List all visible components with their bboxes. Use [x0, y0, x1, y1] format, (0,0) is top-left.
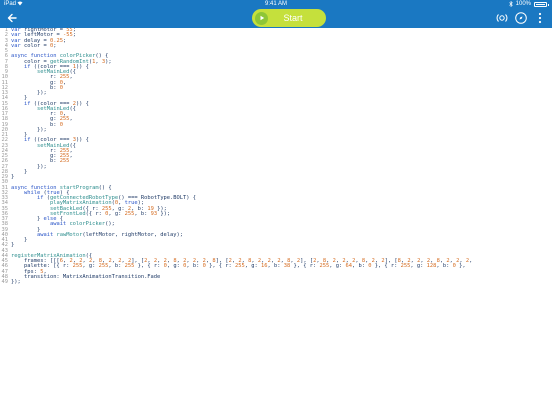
code-line: 49}); — [0, 279, 552, 285]
line-code: transition: MatrixAnimationTransition.Fa… — [11, 273, 161, 280]
start-label: Start — [283, 13, 303, 23]
battery-icon — [534, 1, 549, 7]
settings-button[interactable] — [514, 11, 528, 25]
toolbar: Start — [0, 8, 552, 28]
line-code: palette: [{ r: 255, g: 255, b: 255 }, { … — [11, 263, 466, 270]
code-lines: 1 var rightMotor = 55; 2 var leftMotor = -5… — [0, 28, 552, 285]
more-vertical-icon — [538, 12, 542, 24]
robot-connection-button[interactable] — [495, 11, 509, 25]
line-code: await rawMotor(leftMotor, rightMotor, de… — [36, 231, 184, 238]
code-editor[interactable]: 1 var rightMotor = 55; 2 var leftMotor = -5… — [0, 28, 552, 414]
start-button[interactable]: Start — [252, 9, 326, 27]
play-icon — [255, 11, 268, 25]
status-time: 9:41 AM — [264, 1, 287, 7]
bluetooth-icon — [508, 1, 513, 7]
back-button[interactable] — [4, 10, 20, 26]
compass-icon — [515, 12, 527, 24]
line-code: }); — [11, 279, 21, 285]
more-button[interactable] — [533, 11, 547, 25]
line-code: var color = 0; — [11, 42, 57, 49]
status-bar: iPad 9:41 AM 100% — [0, 0, 552, 8]
robot-connection-icon — [496, 14, 508, 22]
status-right: 100% — [508, 0, 549, 8]
battery-percent: 100% — [515, 1, 531, 7]
line-number: 49 — [1, 279, 9, 285]
arrow-left-icon — [7, 13, 17, 23]
